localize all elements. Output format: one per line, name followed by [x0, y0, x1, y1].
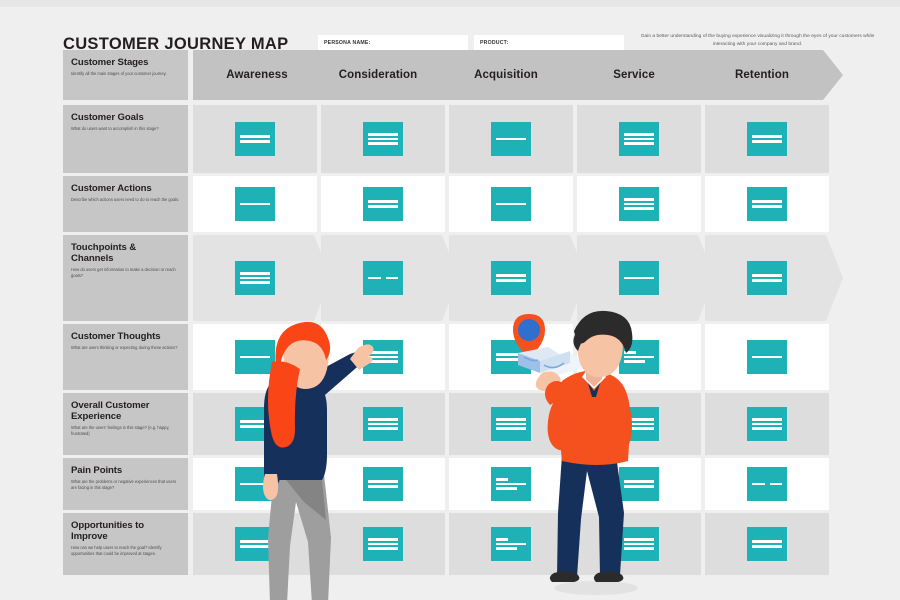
row-label-title: Touchpoints & Channels	[71, 242, 137, 265]
note-card[interactable]	[619, 187, 659, 221]
row-label-description: What are the problems or negative experi…	[71, 479, 177, 491]
note-card[interactable]	[491, 187, 531, 221]
note-card[interactable]	[747, 122, 787, 156]
row-label-description: What do users want to accomplish in this…	[71, 126, 159, 132]
note-card[interactable]	[747, 527, 787, 561]
row-label-opportunities-to-improve: Opportunities to Improve How can we help …	[63, 513, 188, 575]
stage-header-label: Service	[613, 69, 655, 81]
row-label-title: Customer Thoughts	[71, 331, 161, 342]
note-card[interactable]	[619, 407, 659, 441]
note-card[interactable]	[235, 261, 275, 295]
row-label-description: How can we help users to reach the goal?…	[71, 545, 162, 557]
stage-header-label: Awareness	[226, 69, 288, 81]
note-card[interactable]	[235, 340, 275, 374]
note-card[interactable]	[235, 527, 275, 561]
stage-header-label: Acquisition	[474, 69, 538, 81]
row-label-customer-thoughts: Customer Thoughts What are users thinking…	[63, 324, 188, 390]
journey-map-page: CUSTOMER JOURNEY MAP PERSONA NAME: PRODU…	[0, 0, 900, 600]
row-label-touchpoints-channels: Touchpoints & Channels How do users get i…	[63, 235, 188, 321]
note-card[interactable]	[235, 407, 275, 441]
note-card[interactable]	[363, 261, 403, 295]
stage-header-acquisition[interactable]: Acquisition	[435, 50, 587, 100]
row-label-title: Overall Customer Experience	[71, 400, 150, 423]
row-label-customer-goals: Customer Goals What do users want to acco…	[63, 105, 188, 173]
note-card[interactable]	[363, 527, 403, 561]
row-label-overall-customer-experience: Overall Customer Experience What are the …	[63, 393, 188, 455]
note-card[interactable]	[491, 122, 531, 156]
row-label-description: What are the users' feelings in this sta…	[71, 425, 170, 437]
note-card[interactable]	[235, 122, 275, 156]
row-label-description: Identify all the main stages of your cus…	[71, 71, 167, 77]
row-label-title: Customer Goals	[71, 112, 144, 123]
note-card[interactable]	[747, 187, 787, 221]
stage-header-awareness[interactable]: Awareness	[193, 50, 331, 100]
note-card[interactable]	[747, 261, 787, 295]
note-card[interactable]	[235, 187, 275, 221]
note-card[interactable]	[619, 122, 659, 156]
row-label-pain-points: Pain Points What are the problems or nega…	[63, 458, 188, 510]
row-label-description: What are users thinking or expecting dur…	[71, 345, 178, 351]
row-label-description: How do users get information to make a d…	[71, 267, 176, 279]
journey-grid: Customer Stages Identify all the main sta…	[0, 0, 900, 600]
note-card[interactable]	[363, 122, 403, 156]
row-label-title: Customer Actions	[71, 183, 152, 194]
row-label-description: Describe which actions users need to do …	[71, 197, 180, 203]
note-card[interactable]	[363, 467, 403, 501]
note-card[interactable]	[363, 340, 403, 374]
note-card[interactable]	[491, 340, 531, 374]
note-card[interactable]	[619, 467, 659, 501]
note-card[interactable]	[619, 340, 659, 374]
note-card[interactable]	[363, 187, 403, 221]
note-card[interactable]	[491, 407, 531, 441]
note-card[interactable]	[747, 467, 787, 501]
note-card[interactable]	[491, 467, 531, 501]
row-label-title: Pain Points	[71, 465, 123, 476]
row-label-customer-stages: Customer Stages Identify all the main sta…	[63, 50, 188, 100]
note-card[interactable]	[747, 407, 787, 441]
row-label-title: Customer Stages	[71, 57, 149, 68]
stage-header-label: Consideration	[338, 69, 418, 81]
note-card[interactable]	[491, 527, 531, 561]
row-label-title: Opportunities to Improve	[71, 520, 145, 543]
note-card[interactable]	[363, 407, 403, 441]
note-card[interactable]	[747, 340, 787, 374]
note-card[interactable]	[619, 527, 659, 561]
stage-header-consideration[interactable]: Consideration	[307, 50, 459, 100]
stage-header-service[interactable]: Service	[563, 50, 715, 100]
note-card[interactable]	[491, 261, 531, 295]
stage-header-label: Retention	[735, 69, 789, 81]
note-card[interactable]	[619, 261, 659, 295]
row-label-customer-actions: Customer Actions Describe which actions u…	[63, 176, 188, 232]
stage-header-retention[interactable]: Retention	[691, 50, 843, 100]
note-card[interactable]	[235, 467, 275, 501]
